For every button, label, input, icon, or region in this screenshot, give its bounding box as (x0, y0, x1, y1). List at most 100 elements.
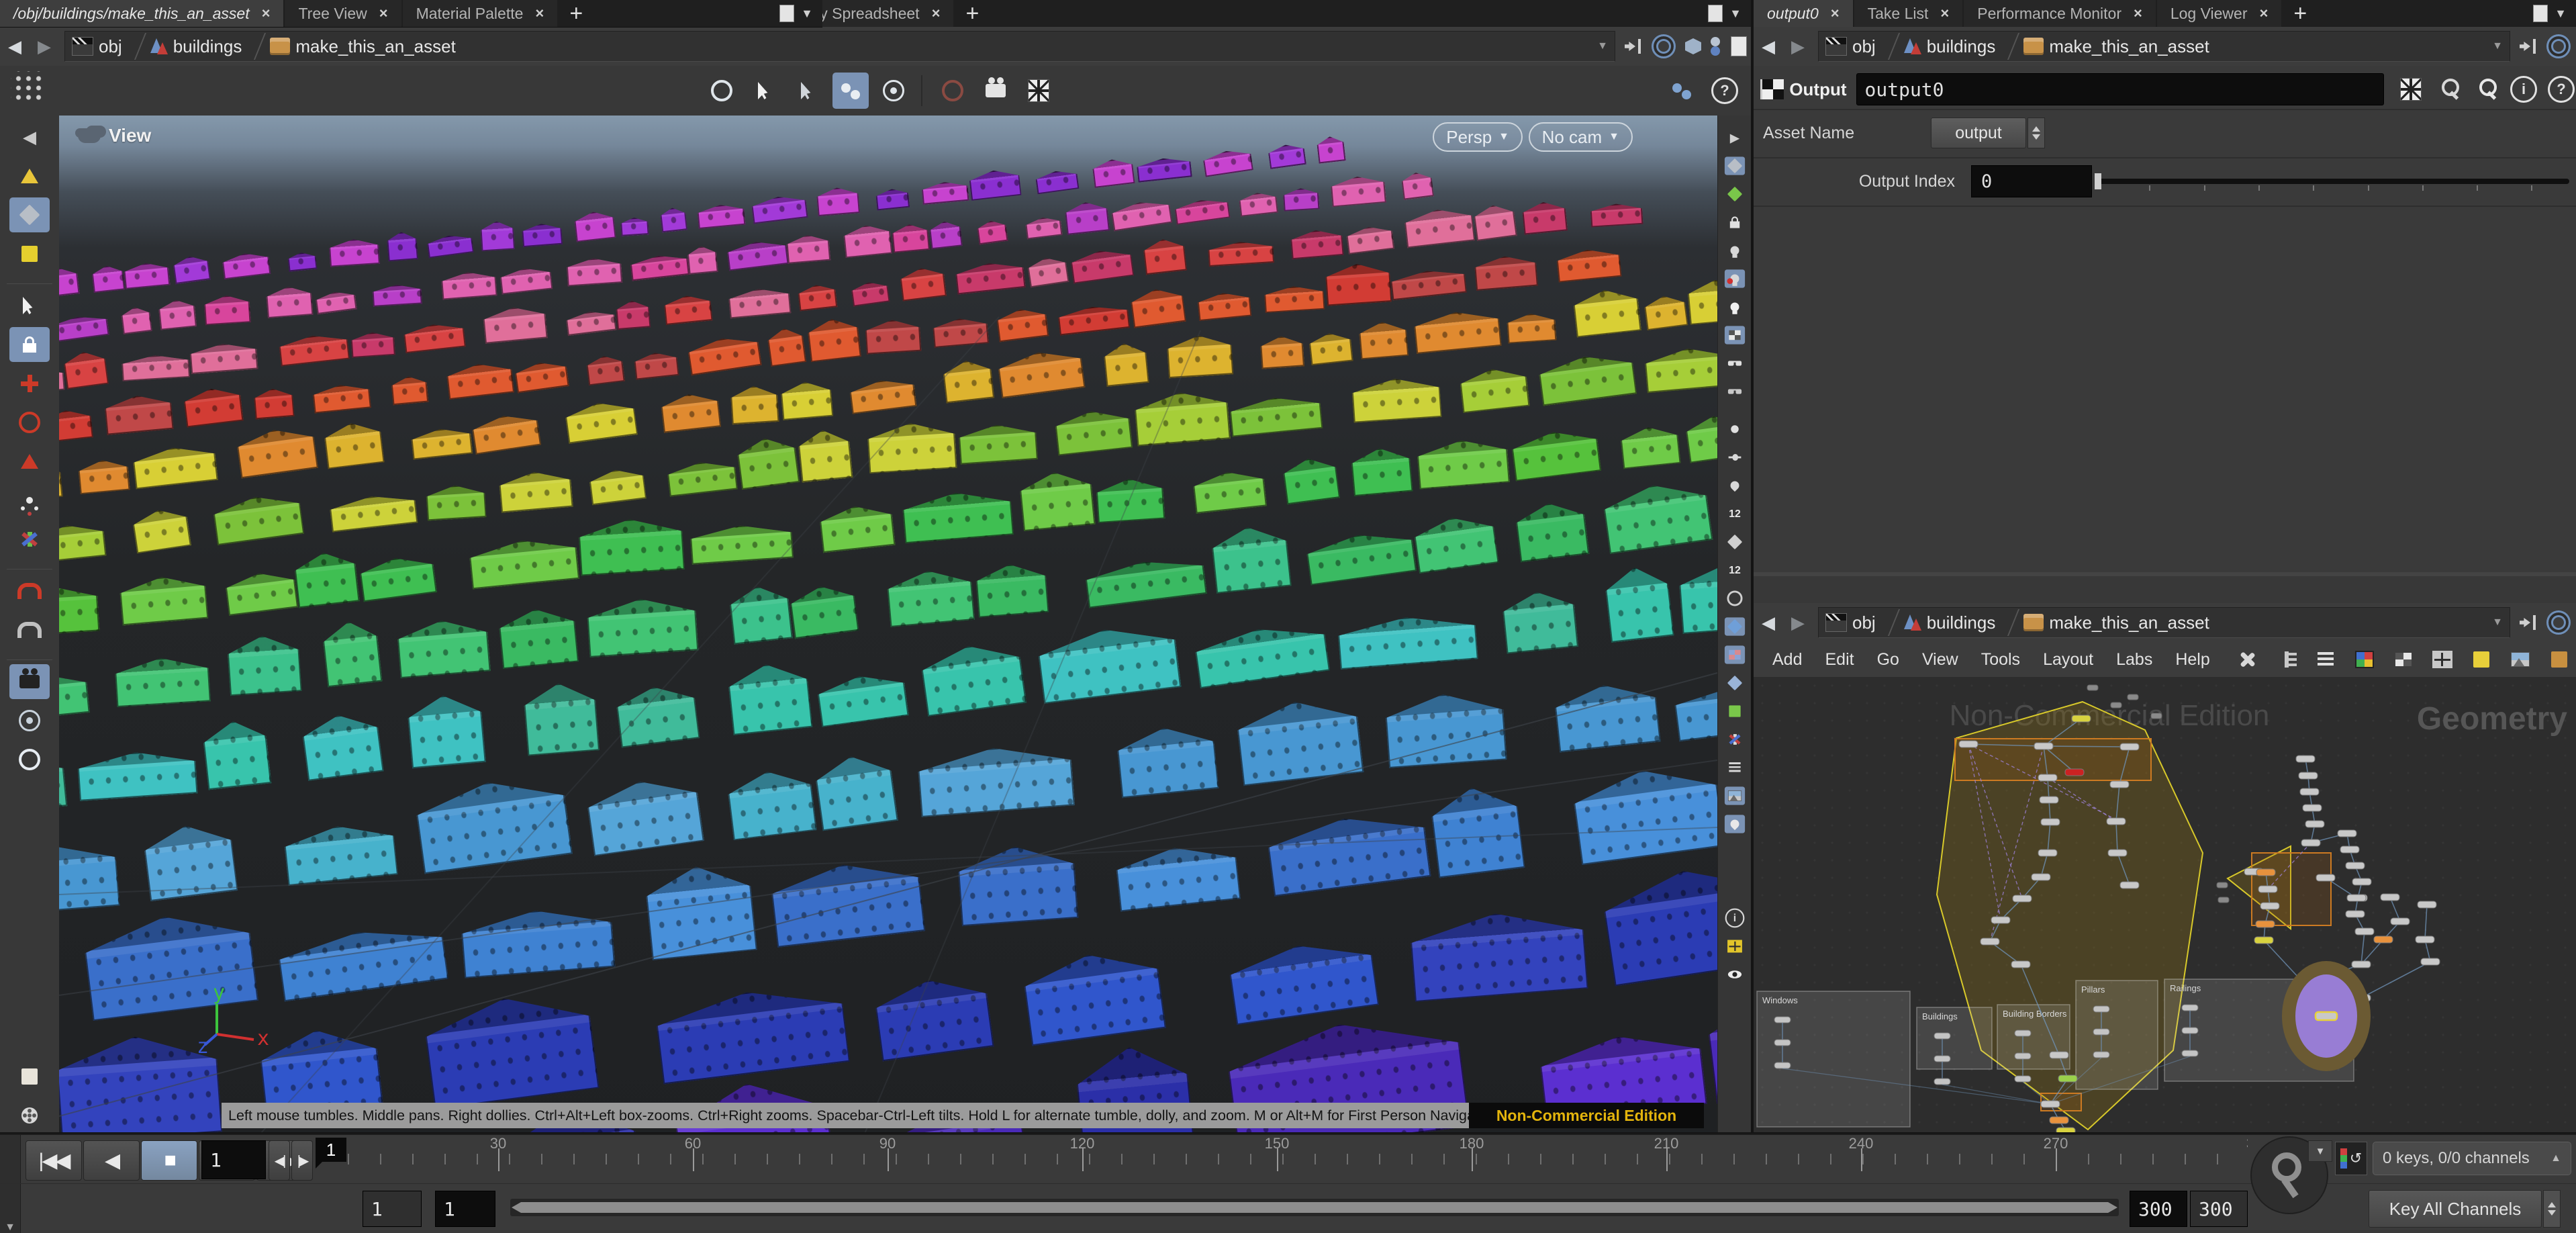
network-node[interactable] (1934, 1033, 1950, 1039)
current-frame-field[interactable]: 1 (201, 1140, 266, 1179)
nav-forward-icon[interactable]: ▶ (1783, 612, 1813, 633)
breadcrumb-item[interactable]: obj (72, 33, 146, 60)
network-node[interactable] (1981, 938, 1999, 945)
net-background-image-icon[interactable] (2506, 645, 2535, 674)
asset-name-spinner[interactable] (2028, 118, 2045, 148)
follow-selection-icon[interactable] (2546, 610, 2571, 635)
expand-strip-icon[interactable]: ▶ (1725, 128, 1745, 146)
network-node[interactable] (2301, 839, 2320, 846)
shading-mode-icon[interactable] (1725, 326, 1745, 344)
render-disabled-icon[interactable] (935, 73, 971, 109)
reference-plane-icon[interactable] (1725, 185, 1745, 203)
keys-status-box[interactable]: 0 keys, 0/0 channels▲ (2373, 1142, 2571, 1175)
network-path-field[interactable]: objbuildingsmake_this_an_asset▼ (1818, 31, 2510, 62)
info-icon[interactable]: i (2509, 75, 2538, 104)
pin-pane-icon[interactable] (2520, 614, 2537, 631)
tab-output0[interactable]: output0× (1754, 0, 1853, 27)
nav-back-icon[interactable]: ◀ (0, 36, 30, 57)
close-icon[interactable]: × (1831, 5, 1840, 22)
link-selection-icon[interactable] (1664, 73, 1700, 109)
camera-select-button[interactable]: No cam▼ (1529, 122, 1633, 152)
nav-forward-icon[interactable]: ▶ (1783, 36, 1813, 57)
network-node[interactable] (2032, 874, 2050, 880)
network-node[interactable] (2300, 788, 2319, 795)
pane-maximize-icon[interactable] (1708, 5, 1723, 22)
select-tool-icon[interactable] (9, 288, 50, 323)
network-input-node[interactable] (2218, 897, 2229, 903)
point-normals-icon[interactable] (1725, 448, 1745, 466)
network-node[interactable] (2316, 874, 2335, 881)
pane-menu-icon[interactable]: ▼ (801, 7, 813, 21)
network-node[interactable] (2120, 743, 2139, 750)
network-node[interactable] (2340, 846, 2359, 853)
net-stickynote-icon[interactable] (2467, 645, 2496, 674)
breadcrumb-item[interactable]: obj (1825, 609, 1900, 636)
menu-view[interactable]: View (1922, 650, 1958, 670)
new-tab-button[interactable]: + (559, 0, 593, 27)
network-node[interactable] (1934, 1056, 1950, 1062)
network-node[interactable] (2256, 869, 2275, 876)
menu-edit[interactable]: Edit (1825, 650, 1854, 670)
range-subend-field[interactable]: 300 (2130, 1191, 2187, 1227)
ladle-icon[interactable] (2434, 75, 2463, 104)
network-input-node[interactable] (2151, 713, 2162, 719)
translate-tool-icon[interactable] (9, 366, 50, 401)
network-node[interactable] (2015, 1030, 2031, 1036)
select-objects-icon[interactable] (832, 73, 869, 109)
nav-back-icon[interactable]: ◀ (1754, 36, 1783, 57)
network-node[interactable] (2296, 756, 2315, 762)
network-node[interactable] (2050, 1117, 2068, 1124)
menu-help[interactable]: Help (2175, 650, 2209, 670)
net-tools-icon[interactable] (2233, 645, 2262, 674)
prim-hulls-icon[interactable] (1725, 617, 1745, 635)
asset-name-dropdown[interactable]: output (1931, 118, 2026, 148)
snap-magnet-icon[interactable] (9, 574, 50, 608)
headlight-icon[interactable] (1725, 269, 1745, 287)
network-node[interactable] (1774, 1062, 1791, 1068)
display-options-icon[interactable] (1725, 354, 1745, 372)
menu-add[interactable]: Add (1772, 650, 1802, 670)
timeline-ruler[interactable]: 1 3060901201501802102402703 (316, 1135, 2248, 1185)
network-node[interactable] (2338, 830, 2356, 837)
network-node[interactable] (2421, 958, 2440, 965)
network-node[interactable] (2254, 937, 2273, 944)
follow-selection-icon[interactable] (1652, 34, 1676, 58)
network-node[interactable] (1774, 1040, 1791, 1046)
network-node[interactable] (2355, 928, 2374, 935)
network-node[interactable] (1934, 1079, 1950, 1085)
display-options-alt-icon[interactable] (1725, 382, 1745, 400)
network-box[interactable] (1757, 991, 1910, 1127)
breadcrumb-item[interactable]: obj (1825, 33, 1900, 60)
lighting-off-icon[interactable] (1725, 241, 1745, 259)
breadcrumb-item[interactable]: buildings (1904, 33, 2020, 60)
network-node[interactable] (2040, 796, 2058, 803)
select-arrow-icon[interactable] (747, 73, 783, 109)
output-index-field[interactable]: 0 (1971, 165, 2092, 197)
network-input-node[interactable] (2128, 694, 2138, 700)
frame-selection-icon[interactable] (875, 73, 912, 109)
scene-viewport[interactable]: View Persp▼ No cam▼ y x z Left mouse tum… (59, 116, 1717, 1134)
handles-tool-icon[interactable] (9, 522, 50, 557)
select-camera-icon[interactable] (790, 73, 826, 109)
play-reverse-button[interactable]: ◀ (83, 1140, 140, 1181)
network-node[interactable] (1774, 1017, 1791, 1023)
nav-forward-icon[interactable]: ▶ (30, 36, 59, 57)
net-tree-icon[interactable] (2272, 645, 2301, 674)
pane-maximize-icon[interactable] (779, 5, 794, 22)
breadcrumb-item[interactable]: make_this_an_asset (2023, 36, 2209, 57)
tab-material-palette[interactable]: Material Palette× (403, 0, 558, 27)
tab-performance-monitor[interactable]: Performance Monitor× (1964, 0, 2156, 27)
network-node[interactable] (2093, 1029, 2109, 1035)
solid-geometry-icon[interactable] (9, 236, 50, 271)
close-icon[interactable]: × (262, 5, 271, 22)
network-node[interactable] (2303, 805, 2322, 811)
close-icon[interactable]: × (379, 5, 388, 22)
viewport-info-icon[interactable]: i (1725, 909, 1745, 927)
quadview-icon[interactable] (1725, 937, 1745, 955)
network-node[interactable] (1959, 741, 1978, 747)
network-box[interactable] (2076, 980, 2158, 1089)
output-flag-icon[interactable] (1760, 79, 1784, 99)
network-node[interactable] (2299, 772, 2318, 779)
close-icon[interactable]: × (2260, 5, 2269, 22)
close-icon[interactable]: × (932, 5, 941, 22)
